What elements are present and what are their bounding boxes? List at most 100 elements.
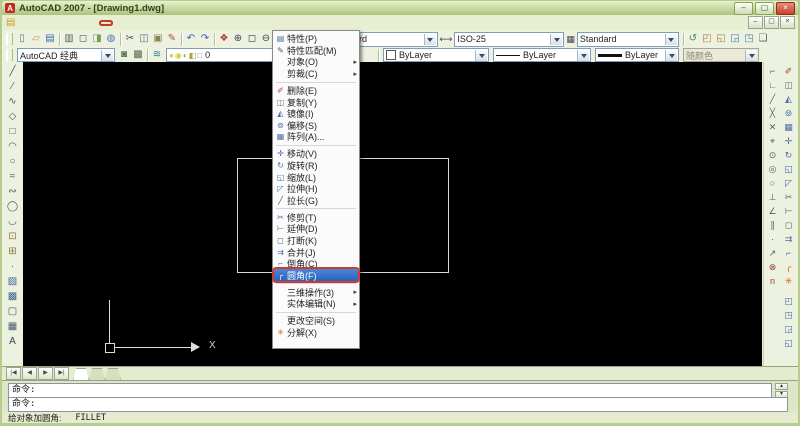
toolbar-icon[interactable]: ⊖	[259, 32, 273, 46]
toolbar-icon[interactable]: ✂	[123, 32, 137, 46]
modify-menu-item[interactable]: 实体编辑(N) ▸	[274, 298, 358, 310]
modify-menu-item[interactable]: ⊚ 偏移(S)	[274, 120, 358, 132]
modify-menu-item[interactable]: ◻ 打断(K)	[274, 235, 358, 247]
draworder-tool-icon[interactable]: ◰	[781, 294, 796, 308]
modify-menu-item[interactable]: 三维操作(3) ▸	[274, 286, 358, 298]
modify-menu-item[interactable]: ⊢ 延伸(D)	[274, 223, 358, 235]
tab-nav-button[interactable]: ▶	[38, 367, 53, 380]
workspace-combo[interactable]: AutoCAD 经典	[17, 48, 115, 62]
toolbar-icon[interactable]: ▩	[131, 48, 145, 62]
menu-item[interactable]	[101, 21, 111, 24]
chevron-down-icon[interactable]	[577, 49, 589, 61]
draw-tool-icon[interactable]: ▩	[5, 289, 20, 304]
modify-menu-item[interactable]: ✳ 分解(X)	[274, 327, 358, 339]
modify-tool-icon[interactable]: ◫	[781, 78, 796, 92]
tab-nav-button[interactable]: ▶|	[54, 367, 69, 380]
modify-tool-icon[interactable]: ◻	[781, 218, 796, 232]
menu-item[interactable]	[21, 22, 31, 24]
draworder-tool-icon[interactable]: ◳	[781, 308, 796, 322]
toolbar-icon[interactable]: ❖	[217, 32, 231, 46]
layer-combo[interactable]: ● ◉ ◐ ◧ □ 0	[166, 48, 280, 62]
snap-tool-icon[interactable]: ↗	[765, 246, 780, 260]
toolbar-icon[interactable]: ◍	[104, 32, 118, 46]
layer-state-icon[interactable]: ●	[169, 51, 174, 60]
draworder-tool-icon[interactable]: ◱	[781, 336, 796, 350]
modify-menu-item[interactable]: ✂ 修剪(T)	[274, 211, 358, 223]
modify-tool-icon[interactable]: ✐	[781, 64, 796, 78]
linetype-combo[interactable]: ByLayer	[493, 48, 591, 62]
modify-menu-item[interactable]: ◭ 镜像(I)	[274, 108, 358, 120]
menu-item[interactable]	[121, 22, 131, 24]
toolbar-icon[interactable]: ◳	[742, 32, 756, 46]
chevron-down-icon[interactable]	[550, 33, 563, 45]
menu-item[interactable]	[61, 22, 71, 24]
modify-menu-item[interactable]: ✎ 特性匹配(M)	[274, 45, 358, 57]
snap-tool-icon[interactable]: ⌐	[765, 64, 780, 78]
snap-tool-icon[interactable]: ⊙	[765, 148, 780, 162]
modify-menu-item[interactable]: ▦ 阵列(A)...	[274, 131, 358, 143]
snap-tool-icon[interactable]: ∥	[765, 218, 780, 232]
snap-tool-icon[interactable]: ∠	[765, 204, 780, 218]
draw-tool-icon[interactable]: ∙	[5, 259, 20, 274]
scroll-up-icon[interactable]: ▲	[775, 383, 788, 390]
toolbar-icon[interactable]: ▯	[15, 32, 29, 46]
close-button[interactable]: ×	[776, 1, 795, 15]
toolbar-icon[interactable]: ❏	[756, 32, 770, 46]
table-style-combo[interactable]: Standard	[576, 31, 679, 47]
draw-tool-icon[interactable]: ╱	[5, 64, 20, 79]
draw-tool-icon[interactable]: ○	[5, 154, 20, 169]
draw-tool-icon[interactable]: ◠	[5, 139, 20, 154]
snap-tool-icon[interactable]: ∟	[765, 78, 780, 92]
toolbar-grip[interactable]	[6, 33, 13, 45]
modify-tool-icon[interactable]: ✳	[781, 274, 796, 288]
toolbar-grip[interactable]	[6, 49, 13, 61]
draw-tool-icon[interactable]: ∾	[5, 184, 20, 199]
snap-tool-icon[interactable]: n	[765, 274, 780, 288]
modify-tool-icon[interactable]: ▦	[781, 120, 796, 134]
modify-tool-icon[interactable]: ◸	[781, 176, 796, 190]
modify-menu-item[interactable]: ╱ 拉长(G)	[274, 194, 358, 206]
toolbar-icon[interactable]: ◲	[728, 32, 742, 46]
modify-menu-item[interactable]: 更改空间(S)	[274, 315, 358, 327]
modify-menu-item[interactable]: ⇉ 合并(J)	[274, 246, 358, 258]
draw-tool-icon[interactable]: ⊡	[5, 229, 20, 244]
mdi-window-button[interactable]: –	[748, 16, 763, 29]
toolbar-icon[interactable]: ↺	[686, 32, 700, 46]
chevron-down-icon[interactable]	[664, 33, 677, 45]
toolbar-icon[interactable]: ✎	[165, 32, 179, 46]
snap-tool-icon[interactable]: ⊗	[765, 260, 780, 274]
dim-style-combo[interactable]: ISO-25	[454, 31, 565, 47]
color-combo[interactable]: ByLayer	[383, 48, 489, 62]
draw-tool-icon[interactable]: ▨	[5, 274, 20, 289]
toolbar-icon[interactable]: ◻	[76, 32, 90, 46]
draw-tool-icon[interactable]: ≈	[5, 169, 20, 184]
layer-state-icon[interactable]: ◉	[175, 51, 182, 60]
chevron-down-icon[interactable]	[101, 49, 113, 61]
toolbar-icon[interactable]: ◱	[714, 32, 728, 46]
modify-tool-icon[interactable]: ↻	[781, 148, 796, 162]
drawing-canvas[interactable]: X	[23, 62, 762, 366]
modify-tool-icon[interactable]: ⇉	[781, 232, 796, 246]
modify-tool-icon[interactable]: ⊢	[781, 204, 796, 218]
lineweight-combo[interactable]: ByLayer	[595, 48, 679, 62]
modify-menu-item[interactable]: ⌐ 倒角(C)	[274, 258, 358, 270]
maximize-button[interactable]: ▢	[755, 1, 774, 15]
snap-tool-icon[interactable]: ⌖	[765, 134, 780, 148]
toolbar-icon[interactable]: ◫	[137, 32, 151, 46]
chevron-down-icon[interactable]	[475, 49, 487, 61]
toolbar-icon[interactable]: ↶	[184, 32, 198, 46]
modify-menu-item[interactable]: 剪裁(C) ▸	[274, 68, 358, 80]
toolbar-icon[interactable]: ⊕	[231, 32, 245, 46]
modify-menu-item[interactable]: ◸ 拉伸(H)	[274, 183, 358, 195]
snap-tool-icon[interactable]: ╱	[765, 92, 780, 106]
command-input-line[interactable]: 命令:	[8, 397, 788, 412]
modify-tool-icon[interactable]: ⌐	[781, 246, 796, 260]
layer-manager-icon[interactable]: ≋	[150, 48, 164, 62]
draw-tool-icon[interactable]: ◇	[5, 109, 20, 124]
mdi-window-button[interactable]: ×	[780, 16, 795, 29]
tab-nav-button[interactable]: |◀	[6, 367, 21, 380]
toolbar-icon[interactable]: ↷	[198, 32, 212, 46]
modify-menu-item[interactable]: ▤ 特性(P)	[274, 33, 358, 45]
minimize-button[interactable]: –	[734, 1, 753, 15]
modify-tool-icon[interactable]: ◭	[781, 92, 796, 106]
